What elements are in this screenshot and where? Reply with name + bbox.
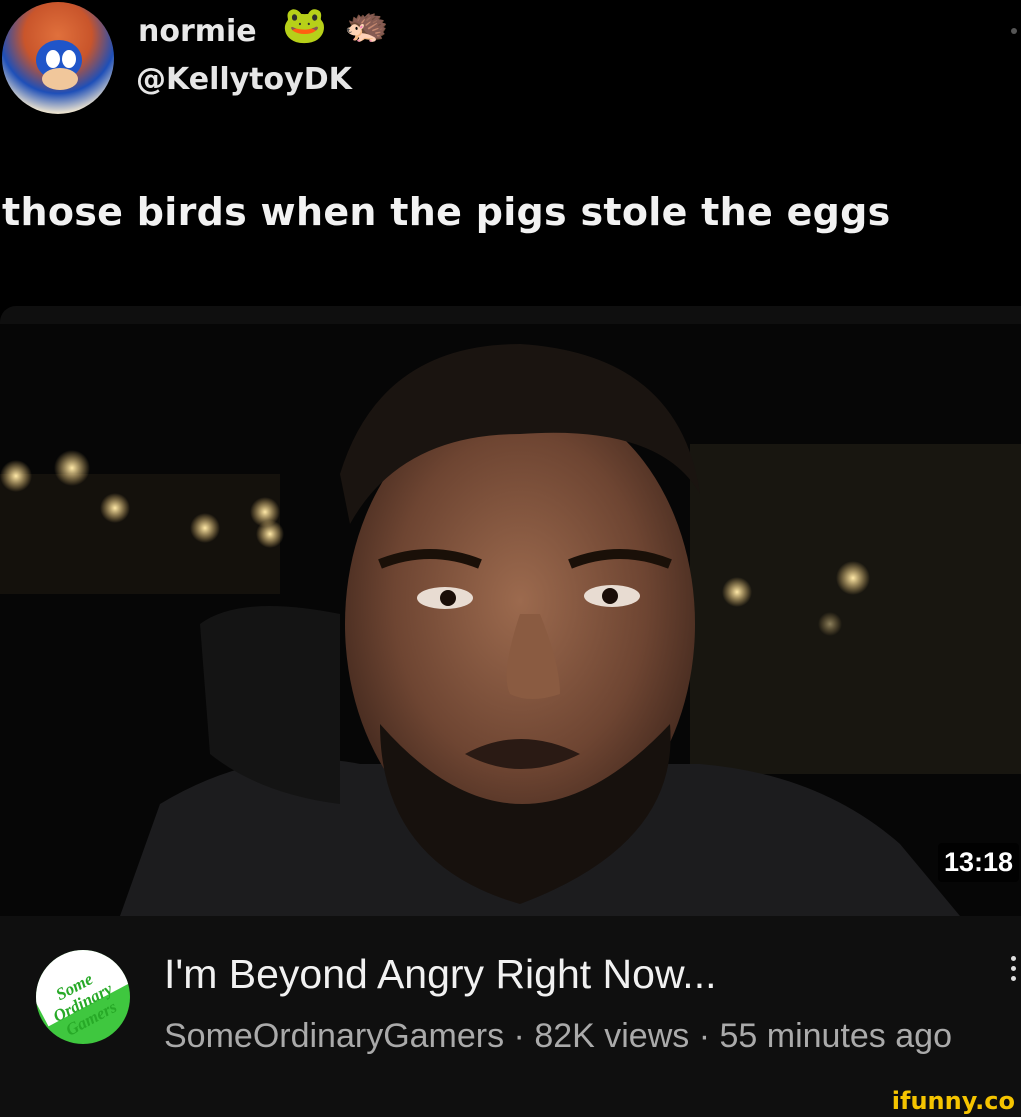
thumbnail-image	[0, 324, 1021, 916]
avatar-muzzle	[42, 68, 78, 90]
more-options-icon[interactable]	[1011, 28, 1017, 34]
dot	[1011, 976, 1016, 981]
video-info: Some Ordinary Gamers I'm Beyond Angry Ri…	[0, 916, 1021, 1117]
tweet-text: those birds when the pigs stole the eggs	[2, 190, 891, 234]
ifunny-watermark: ifunny.co	[891, 1087, 1015, 1115]
avatar-eye	[46, 50, 60, 68]
tweet-header: normie 🐸 🦔 @KellytoyDK	[0, 0, 1021, 130]
video-title[interactable]: I'm Beyond Angry Right Now...	[164, 951, 716, 998]
avatar-eye	[62, 50, 76, 68]
dot	[1011, 956, 1016, 961]
more-vert-icon[interactable]	[1011, 956, 1017, 986]
dot	[1011, 966, 1016, 971]
user-handle[interactable]: @KellytoyDK	[136, 62, 352, 97]
video-meta: SomeOrdinaryGamers · 82K views · 55 minu…	[164, 1017, 952, 1055]
user-avatar[interactable]	[2, 2, 114, 114]
frog-icon: 🐸	[282, 5, 327, 46]
display-name[interactable]: normie	[138, 14, 257, 49]
video-thumbnail[interactable]	[0, 324, 1021, 916]
channel-avatar[interactable]: Some Ordinary Gamers	[36, 950, 130, 1044]
video-duration-badge: 13:18	[937, 843, 1019, 882]
hedgehog-icon: 🦔	[344, 5, 389, 46]
